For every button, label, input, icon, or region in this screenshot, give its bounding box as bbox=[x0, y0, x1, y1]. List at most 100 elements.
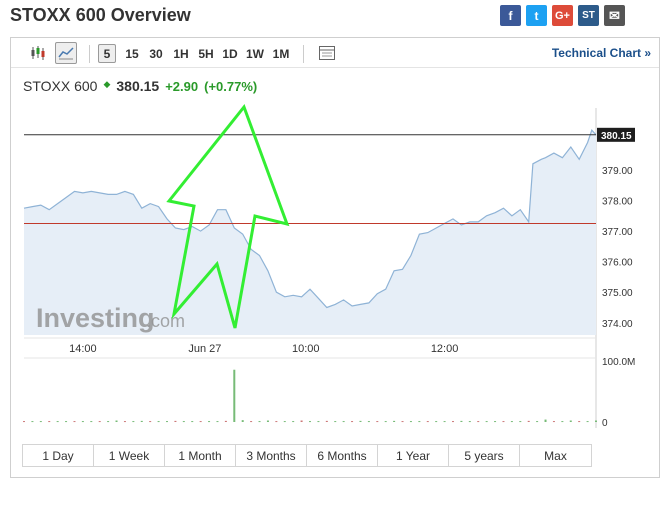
twitter-share-icon[interactable]: t bbox=[526, 5, 547, 26]
volume-bar bbox=[258, 421, 261, 423]
volume-bar bbox=[435, 421, 438, 423]
stoxx-overview-widget: STOXX 600 Overview f t G+ ST ✉ 5 15 30 1… bbox=[0, 0, 667, 507]
volume-min-label: 0 bbox=[602, 418, 608, 429]
x-tick-label: 10:00 bbox=[292, 343, 320, 355]
volume-bar bbox=[418, 421, 421, 423]
volume-bar bbox=[552, 421, 555, 423]
volume-bar bbox=[317, 421, 320, 423]
volume-bar bbox=[452, 421, 454, 423]
y-tick-label: 379.00 bbox=[602, 166, 633, 177]
volume-bar bbox=[351, 421, 354, 423]
volume-bar bbox=[140, 420, 143, 422]
volume-bar bbox=[208, 421, 211, 423]
volume-bar bbox=[510, 421, 513, 423]
range-1-year[interactable]: 1 Year bbox=[378, 445, 449, 466]
last-price-tag-label: 380.15 bbox=[601, 131, 632, 142]
volume-bar bbox=[334, 421, 337, 423]
volume-bar bbox=[266, 420, 269, 422]
volume-bar bbox=[309, 421, 311, 423]
volume-bar bbox=[544, 419, 547, 422]
volume-bar bbox=[384, 421, 387, 423]
volume-bar bbox=[460, 420, 463, 422]
y-tick-label: 375.00 bbox=[602, 288, 633, 299]
x-tick-label: 12:00 bbox=[431, 343, 459, 355]
volume-bar bbox=[393, 420, 396, 422]
volume-bar bbox=[477, 421, 480, 423]
volume-bar bbox=[149, 421, 152, 423]
price-chart[interactable]: 379.00 378.00 377.00 376.00 375.00 374.00 380.… bbox=[11, 38, 659, 438]
volume-bar bbox=[216, 421, 219, 423]
volume-bar bbox=[561, 421, 564, 423]
volume-bar bbox=[191, 421, 194, 423]
google-plus-share-icon[interactable]: G+ bbox=[552, 5, 573, 26]
volume-bar bbox=[157, 421, 160, 423]
volume-bar bbox=[342, 421, 345, 423]
volume-bar bbox=[182, 421, 185, 423]
stocktwits-share-icon[interactable]: ST bbox=[578, 5, 599, 26]
volume-bar bbox=[275, 421, 278, 423]
range-6-months[interactable]: 6 Months bbox=[307, 445, 378, 466]
volume-bar bbox=[65, 421, 68, 423]
volume-bar bbox=[73, 421, 76, 423]
y-tick-label: 374.00 bbox=[602, 319, 633, 330]
x-tick-label: Jun 27 bbox=[188, 343, 221, 355]
volume-bar bbox=[292, 421, 295, 423]
volume-bar bbox=[367, 421, 370, 423]
volume-bar bbox=[426, 421, 429, 423]
volume-bar bbox=[409, 421, 412, 423]
volume-bar bbox=[536, 421, 539, 423]
volume-bar bbox=[359, 420, 362, 422]
volume-bar bbox=[376, 421, 379, 423]
volume-bar bbox=[485, 421, 488, 423]
volume-bar bbox=[23, 421, 25, 423]
volume-bar bbox=[502, 421, 505, 423]
volume-bar bbox=[132, 421, 135, 423]
volume-bar bbox=[401, 421, 404, 423]
range-1-day[interactable]: 1 Day bbox=[23, 445, 94, 466]
volume-bar bbox=[81, 421, 84, 423]
volume-bar bbox=[586, 421, 589, 423]
range-3-months[interactable]: 3 Months bbox=[236, 445, 307, 466]
volume-bar bbox=[443, 421, 446, 423]
volume-bar bbox=[39, 421, 42, 423]
chart-panel: 5 15 30 1H 5H 1D 1W 1M Technical Chart »… bbox=[10, 37, 660, 478]
volume-bar bbox=[468, 421, 471, 423]
volume-bar bbox=[224, 420, 227, 422]
volume-bar bbox=[115, 420, 118, 422]
volume-bar bbox=[519, 421, 522, 423]
volume-bar bbox=[56, 421, 59, 423]
email-share-icon[interactable]: ✉ bbox=[604, 5, 625, 26]
range-1-month[interactable]: 1 Month bbox=[165, 445, 236, 466]
volume-bar bbox=[98, 421, 101, 423]
volume-bar bbox=[325, 420, 328, 422]
volume-bar bbox=[578, 421, 581, 423]
investing-watermark-domain: .com bbox=[146, 311, 185, 331]
volume-bar bbox=[166, 421, 168, 423]
y-tick-label: 376.00 bbox=[602, 258, 633, 269]
y-tick-label: 378.00 bbox=[602, 197, 633, 208]
volume-bar bbox=[107, 421, 110, 423]
volume-bar bbox=[31, 421, 34, 423]
facebook-share-icon[interactable]: f bbox=[500, 5, 521, 26]
range-1-week[interactable]: 1 Week bbox=[94, 445, 165, 466]
x-tick-label: 14:00 bbox=[69, 343, 97, 355]
volume-bar bbox=[300, 420, 303, 422]
range-selector: 1 Day 1 Week 1 Month 3 Months 6 Months 1… bbox=[22, 444, 592, 467]
volume-bar bbox=[48, 421, 51, 423]
volume-bar bbox=[199, 421, 202, 423]
page-title: STOXX 600 Overview bbox=[10, 5, 191, 25]
y-tick-label: 377.00 bbox=[602, 227, 633, 238]
volume-bar bbox=[174, 420, 177, 422]
volume-bar bbox=[494, 421, 497, 423]
volume-max-label: 100.0M bbox=[602, 357, 635, 368]
volume-bar bbox=[595, 420, 597, 422]
volume-bar bbox=[283, 421, 286, 423]
investing-watermark: Investing bbox=[36, 303, 155, 333]
range-max[interactable]: Max bbox=[520, 445, 591, 466]
volume-bar bbox=[527, 420, 530, 422]
volume-bar bbox=[233, 369, 236, 422]
volume-bar bbox=[90, 421, 93, 423]
range-5-years[interactable]: 5 years bbox=[449, 445, 520, 466]
volume-bar bbox=[250, 421, 253, 423]
volume-bar bbox=[123, 421, 126, 423]
